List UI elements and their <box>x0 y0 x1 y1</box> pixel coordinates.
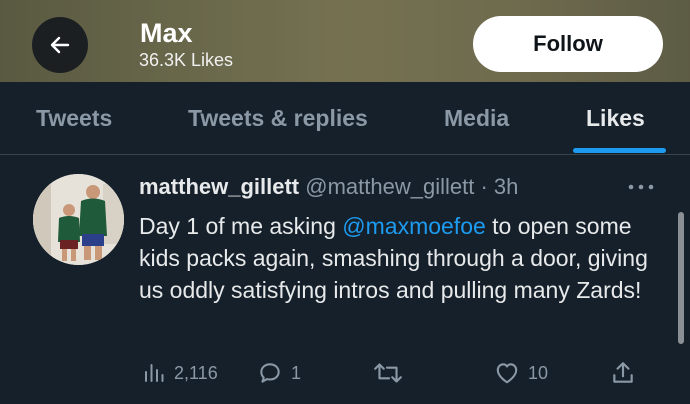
likes-count-tweet: 10 <box>528 362 549 383</box>
analytics-icon <box>145 364 164 382</box>
like-button[interactable]: 10 <box>494 356 548 390</box>
retweet-icon <box>374 363 402 383</box>
retweet-button[interactable] <box>372 356 412 390</box>
reply-icon <box>260 363 280 383</box>
like-heart-icon <box>496 363 518 384</box>
tab-tweets[interactable]: Tweets <box>36 82 112 154</box>
profile-tabs: Tweets Tweets & replies Media Likes <box>0 82 690 155</box>
tweet-header: matthew_gillett @matthew_gillett · 3h <box>139 174 518 200</box>
profile-name: Max <box>140 18 193 48</box>
separator-dot: · <box>480 174 488 199</box>
views-button[interactable]: 2,116 <box>142 356 218 390</box>
follow-button[interactable]: Follow <box>473 16 663 72</box>
tweet-text-start: Day 1 of me asking <box>139 213 343 239</box>
avatar[interactable] <box>33 174 124 265</box>
more-horizontal-icon <box>628 184 654 190</box>
tweet-author-name[interactable]: matthew_gillett <box>139 174 299 199</box>
tweet-text: Day 1 of me asking @maxmoefoe to open so… <box>139 210 669 306</box>
views-count: 2,116 <box>174 362 218 383</box>
more-options-button[interactable] <box>626 176 656 198</box>
tweet-time[interactable]: 3h <box>494 174 518 199</box>
active-tab-indicator <box>573 148 666 153</box>
tweet-actions: 2,116 1 10 <box>0 356 690 390</box>
back-button[interactable] <box>32 17 88 73</box>
mention-link[interactable]: @maxmoefoe <box>342 213 486 239</box>
share-icon <box>613 362 633 383</box>
share-button[interactable] <box>610 356 636 390</box>
arrow-left-icon <box>50 36 70 54</box>
tab-media[interactable]: Media <box>444 82 509 154</box>
replies-count: 1 <box>291 362 302 383</box>
likes-count: 36.3K Likes <box>139 50 234 70</box>
tab-tweets-replies[interactable]: Tweets & replies <box>188 82 368 154</box>
tab-likes[interactable]: Likes <box>586 82 645 154</box>
tweet-author-handle[interactable]: @matthew_gillett <box>305 174 474 199</box>
reply-button[interactable]: 1 <box>257 356 301 390</box>
scrollbar[interactable] <box>678 212 684 344</box>
